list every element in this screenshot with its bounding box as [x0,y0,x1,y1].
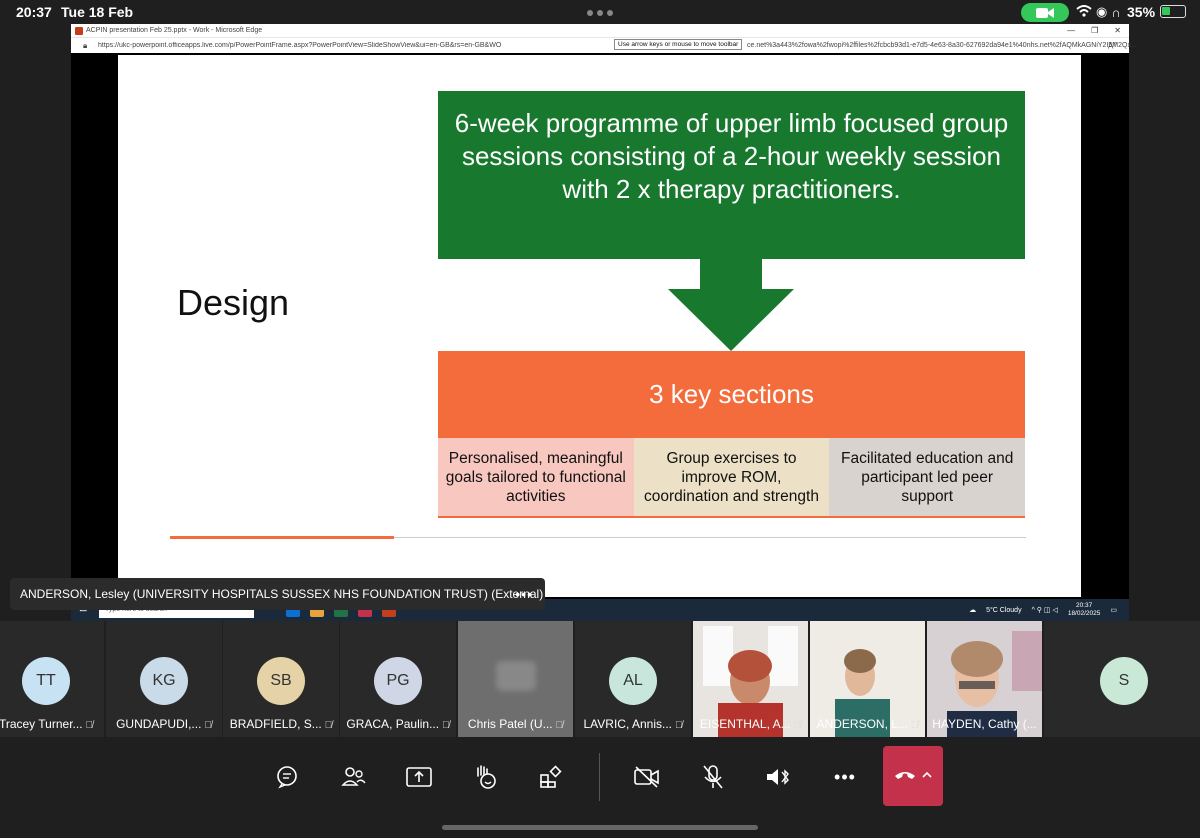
programme-box: 6-week programme of upper limb focused g… [438,91,1025,259]
participant-tile[interactable]: AL LAVRIC, Annis... 🎙̸ [575,621,691,737]
clock-time: 20:37 [1075,602,1093,609]
mic-muted-icon: 🎙̸ [674,720,683,731]
participant-name: Chris Patel (U... [467,717,553,731]
taskbar-clock[interactable]: 20:37 18/02/2025 [1068,602,1101,618]
footer-accent-line [170,536,394,539]
mic-muted-icon: 🎙̸ [85,720,94,731]
reactions-icon[interactable] [465,757,505,797]
meeting-controls: ••• [0,737,1200,838]
participant-tile[interactable]: S [1044,621,1200,737]
multitasking-dots-icon[interactable] [587,10,613,16]
chat-icon[interactable] [267,757,307,797]
participant-video-tile[interactable]: EISENTHAL, A... 🎙̸ [693,621,808,737]
url-text-tail[interactable]: ce.net%3a443%2fowa%2fwopi%2ffiles%2fcbcb… [747,42,1137,49]
leave-call-button[interactable] [883,746,943,806]
wifi-icon [1076,4,1092,20]
avatar: PG [374,657,422,705]
weather-icon[interactable]: ☁ [969,606,976,614]
presenter-name: ANDERSON, Lesley (UNIVERSITY HOSPITALS S… [20,587,544,601]
participant-name: GRACA, Paulin... [346,717,440,731]
avatar: KG [140,657,188,705]
avatar: AL [609,657,657,705]
sections-row: Personalised, meaningful goals tailored … [438,438,1026,518]
powerpoint-logo-icon [75,27,83,35]
key-sections-box: 3 key sections [438,351,1025,438]
presenter-label: ANDERSON, Lesley (UNIVERSITY HOSPITALS S… [10,578,545,610]
browser-title-bar: ACPIN presentation Feb 25.pptx - Work - … [71,24,1129,38]
avatar: SB [257,657,305,705]
section-education: Facilitated education and participant le… [829,438,1026,516]
mic-muted-icon: 🎙̸ [442,720,450,731]
status-time: 20:37 [16,4,52,20]
participant-tile[interactable]: KG GUNDAPUDI,... 🎙̸ [106,621,222,737]
section-exercises: Group exercises to improve ROM, coordina… [633,438,830,516]
camera-off-icon [496,661,536,691]
close-icon[interactable]: ✕ [1114,26,1121,35]
mic-muted-button[interactable] [693,757,733,797]
section-goals: Personalised, meaningful goals tailored … [438,438,634,516]
read-aloud-icon[interactable]: A» [1108,40,1117,51]
more-options-icon[interactable]: ••• [515,586,533,602]
mic-muted-icon: 🎙̸ [793,720,802,731]
avatar: S [1100,657,1148,705]
people-icon[interactable] [333,757,373,797]
status-icons: ◉ ∩ [1076,4,1121,20]
location-icon: ◉ [1096,4,1108,19]
participant-name: GUNDAPUDI,... [116,717,202,731]
participant-name: EISENTHAL, A... [699,717,791,731]
clock-date: 18/02/2025 [1067,610,1101,617]
participant-name: ANDERSON, L... [816,717,908,731]
down-arrow-icon [668,259,794,351]
battery-icon [1160,5,1186,18]
system-tray: ☁ 5°C Cloudy ^ ⚲ ◫ ◁ 20:37 18/02/2025 ▭ [969,602,1117,618]
apps-icon[interactable] [531,757,571,797]
mic-muted-icon: 🎙̸ [555,720,564,731]
mic-muted-icon: 🎙̸ [910,720,919,731]
notification-icon[interactable]: ▭ [1110,606,1117,614]
lock-icon[interactable]: 🔒︎ [83,41,87,51]
mic-muted-icon: 🎙̸ [204,720,212,731]
tray-icons[interactable]: ^ ⚲ ◫ ◁ [1032,606,1058,614]
participant-tile[interactable]: Chris Patel (U... 🎙̸ [458,621,573,737]
participant-tile[interactable]: SB BRADFIELD, S... 🎙̸ [223,621,339,737]
participant-name: Tracey Turner... [0,717,83,731]
minimize-icon[interactable]: — [1067,26,1075,35]
controls-divider [599,753,600,801]
restore-icon[interactable]: ❐ [1091,26,1098,35]
camera-off-button[interactable] [627,757,667,797]
participant-video-tile-speaking[interactable]: HAYDEN, Cathy (... [927,621,1042,737]
address-bar[interactable]: 🔒︎ https://ukc-powerpoint.officeapps.liv… [71,38,1137,53]
toolbar-tooltip: Use arrow keys or mouse to move toolbar [614,39,743,50]
mic-muted-icon: 🎙̸ [324,720,333,731]
slide: Design 6-week programme of upper limb fo… [118,55,1081,597]
avatar: TT [22,657,70,705]
slide-heading: Design [177,282,290,323]
home-indicator[interactable] [442,825,758,830]
participant-name: LAVRIC, Annis... [583,717,672,731]
participant-tile[interactable]: PG GRACA, Paulin... 🎙̸ [340,621,456,737]
weather-text[interactable]: 5°C Cloudy [986,607,1021,614]
headphones-icon: ∩ [1111,4,1121,20]
participant-gallery: TT Tracey Turner... 🎙̸ KG GUNDAPUDI,... 🎙̸… [0,621,1200,737]
speaker-bluetooth-icon[interactable] [759,757,799,797]
camera-in-use-icon[interactable] [1021,3,1069,22]
status-date: Tue 18 Feb [61,4,134,20]
participant-name: BRADFIELD, S... [229,717,322,731]
battery-percentage: 35% [1127,4,1156,20]
participant-video-tile[interactable]: ANDERSON, L... 🎙̸ [810,621,925,737]
hang-up-icon [895,771,932,779]
browser-window-title: ACPIN presentation Feb 25.pptx - Work - … [86,27,263,34]
participant-tile[interactable]: TT Tracey Turner... 🎙̸ [0,621,104,737]
participant-name: HAYDEN, Cathy (... [932,717,1037,731]
share-screen-icon[interactable] [399,757,439,797]
more-actions-icon[interactable]: ••• [825,757,865,797]
ipad-status-bar: 20:37 Tue 18 Feb ◉ ∩ 35% [0,0,1200,24]
footer-divider [394,537,1026,538]
